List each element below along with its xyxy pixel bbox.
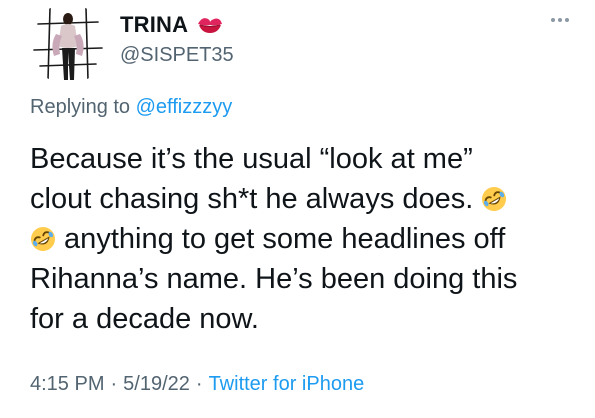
tweet-line-2: clout chasing sh*t he always does. [30, 179, 575, 219]
tweet-date[interactable]: 5/19/22 [123, 373, 190, 395]
tweet-source-link[interactable]: Twitter for iPhone [209, 373, 365, 395]
avatar[interactable] [28, 4, 108, 84]
tweet-text: Because it’s the usual “look at me” clou… [30, 139, 575, 339]
reply-prefix: Replying to [30, 96, 131, 118]
tweet-line-1: Because it’s the usual “look at me” [30, 143, 473, 175]
name-row: TRINA [120, 10, 234, 40]
tweet-line-2-text: clout chasing sh*t he always does. [30, 183, 474, 215]
tweet-line-4: Rihanna’s name. He’s been doing this [30, 263, 518, 295]
tweet-metadata: 4:15 PM · 5/19/22 · Twitter for iPhone [30, 373, 364, 396]
more-options-icon[interactable] [551, 18, 569, 22]
display-name[interactable]: TRINA [120, 12, 188, 38]
avatar-image [28, 4, 108, 84]
kiss-mark-icon [198, 18, 223, 33]
author-block: TRINA @SISPET35 [120, 10, 234, 67]
reply-mention-link[interactable]: @effizzzyy [136, 96, 233, 118]
separator-dot: · [195, 373, 203, 395]
reply-context: Replying to @effizzzyy [30, 96, 232, 119]
rolling-on-floor-laughing-icon [31, 227, 55, 251]
tweet-time[interactable]: 4:15 PM [30, 373, 104, 395]
rolling-on-floor-laughing-icon [482, 187, 507, 211]
handle[interactable]: @SISPET35 [120, 44, 234, 67]
tweet-line-3-text: anything to get some headlines off [56, 223, 506, 255]
separator-dot: · [110, 373, 118, 395]
tweet-line-5: for a decade now. [30, 303, 259, 335]
tweet-card: TRINA @SISPET35 Replying to @effizzzyy B… [0, 0, 595, 418]
tweet-line-3: anything to get some headlines off [30, 219, 575, 259]
